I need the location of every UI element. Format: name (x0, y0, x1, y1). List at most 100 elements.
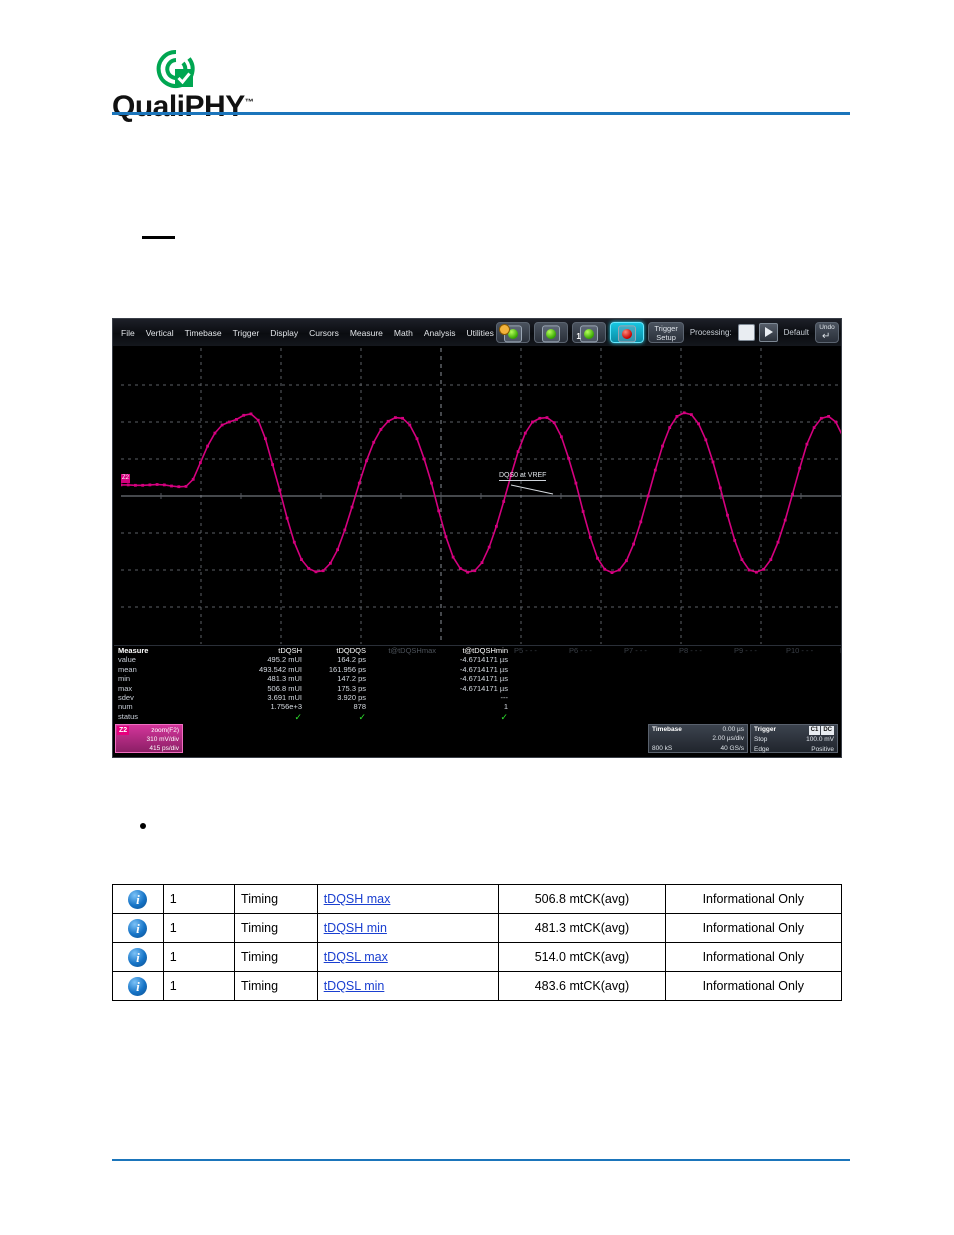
result-count: 1 (162, 884, 236, 914)
result-status-cell: i (112, 971, 164, 1001)
test-results-body: i 1 Timing tDQSH max 506.8 mtCK(avg) Inf… (112, 884, 843, 1001)
green-lamp-icon (546, 328, 557, 339)
normal-trigger-button[interactable] (534, 322, 569, 343)
processing-label: Processing: (689, 328, 732, 337)
result-test-link[interactable]: tDQSH max (316, 884, 500, 914)
menu-analysis[interactable]: Analysis (424, 328, 456, 338)
trigger-slope: Positive (811, 745, 834, 753)
timebase-title: Timebase (652, 726, 682, 733)
measure-min-p1: 481.3 mUI (267, 674, 302, 684)
menu-measure[interactable]: Measure (350, 328, 383, 338)
measure-row-sdev: sdev 3.691 mUI 3.920 ps --- (114, 693, 841, 702)
menu-timebase[interactable]: Timebase (185, 328, 222, 338)
green-lamp-icon (584, 328, 595, 339)
measure-max-p4: -4.6714171 µs (459, 683, 508, 693)
result-test-link[interactable]: tDQSH min (316, 913, 500, 943)
channel-vertical-scale: 310 mV/div (146, 736, 179, 743)
measure-col-header-p6[interactable]: P6 - - - (569, 646, 592, 655)
timebase-trigger-chips: Timebase 0.00 µs 2.00 µs/div 800 kS 40 G… (648, 724, 838, 753)
measure-col-header-p9[interactable]: P9 - - - (734, 646, 757, 655)
result-type: Timing (234, 942, 318, 972)
measure-mean-p1: 493.542 mUI (259, 664, 302, 674)
measure-col-header-p3[interactable]: t@tDQSHmax (364, 646, 436, 655)
measure-col-header-p2[interactable]: tDQDQS (304, 646, 366, 655)
measure-row-label: sdev (118, 693, 134, 702)
processing-play-icon[interactable] (758, 323, 778, 342)
result-status: Informational Only (664, 884, 843, 914)
result-status-cell: i (112, 913, 164, 943)
stop-trigger-button[interactable] (610, 322, 645, 343)
measure-min-p2: 147.2 ps (337, 674, 366, 684)
timebase-sample-rate: 40 GS/s (720, 744, 744, 752)
result-status: Informational Only (664, 942, 843, 972)
result-value: 506.8 mtCK(avg) (498, 884, 666, 914)
measure-col-header-p1[interactable]: tDQSH (232, 646, 302, 655)
status-check-icon-p4: ✓ (500, 711, 508, 722)
result-test-name[interactable]: tDQSH max (324, 892, 391, 906)
result-value: 514.0 mtCK(avg) (498, 942, 666, 972)
trigger-level: 100.0 mV (806, 736, 834, 744)
scope-menu-items: File Vertical Timebase Trigger Display C… (113, 328, 522, 338)
measure-row-max: max 506.8 mUI 175.3 ps -4.6714171 µs (114, 683, 841, 693)
channel-horizontal-scale: 415 ps/div (149, 745, 179, 752)
info-icon: i (128, 918, 148, 938)
result-test-name[interactable]: tDQSH min (324, 921, 387, 935)
undo-button[interactable]: Undo (815, 322, 839, 343)
timebase-chip[interactable]: Timebase 0.00 µs 2.00 µs/div 800 kS 40 G… (648, 724, 748, 753)
brand-wordmark: QualiPHY™ (112, 90, 254, 124)
trigger-chip[interactable]: Trigger C1 DC Stop 100.0 mV Edge Positive (750, 724, 838, 753)
measure-sdev-p2: 3.920 ps (337, 693, 366, 702)
single-shot-label: 1 (576, 332, 581, 341)
measure-col-header-p7[interactable]: P7 - - - (624, 646, 647, 655)
menu-file[interactable]: File (121, 328, 135, 338)
test-results-table: i 1 Timing tDQSH max 506.8 mtCK(avg) Inf… (112, 884, 843, 1001)
measure-col-header-p10[interactable]: P10 - - - (786, 646, 813, 655)
table-row: i 1 Timing tDQSL max 514.0 mtCK(avg) Inf… (112, 942, 843, 972)
measure-mean-p2: 161.956 ps (328, 664, 366, 674)
processing-stop-icon[interactable] (737, 324, 755, 341)
brand-logo: QualiPHY™ (112, 48, 272, 123)
oscilloscope-screenshot: File Vertical Timebase Trigger Display C… (112, 318, 842, 758)
result-test-name[interactable]: tDQSL min (324, 979, 385, 993)
menu-trigger[interactable]: Trigger (233, 328, 260, 338)
measure-col-header-p11[interactable]: P11 - - - (840, 646, 841, 655)
info-icon: i (128, 947, 148, 967)
waveform-graticule[interactable]: Z2 DQS0 at VREF (121, 348, 841, 644)
trigger-title: Trigger (754, 726, 777, 733)
menu-math[interactable]: Math (394, 328, 413, 338)
auto-trigger-button[interactable] (496, 322, 531, 343)
measure-col-header-p5[interactable]: P5 - - - (514, 646, 537, 655)
menu-vertical[interactable]: Vertical (146, 328, 174, 338)
channel-trace-marker[interactable]: Z2 (121, 474, 130, 483)
single-trigger-button[interactable]: 1 (572, 322, 607, 343)
menu-cursors[interactable]: Cursors (309, 328, 339, 338)
measure-value-p4: -4.6714171 µs (459, 655, 508, 665)
measure-value-p2: 164.2 ps (337, 655, 366, 665)
measure-num-p1: 1.756e+3 (270, 702, 303, 712)
result-test-name[interactable]: tDQSL max (324, 950, 388, 964)
trigger-state: Stop (754, 736, 768, 744)
table-row: i 1 Timing tDQSH max 506.8 mtCK(avg) Inf… (112, 884, 843, 914)
trigger-coupling-badge: DC (821, 726, 834, 736)
waveform-plot (121, 348, 841, 644)
result-test-link[interactable]: tDQSL max (316, 942, 500, 972)
measure-min-p4: -4.6714171 µs (459, 674, 508, 684)
trigger-setup-button[interactable]: Trigger Setup (648, 322, 684, 343)
result-test-link[interactable]: tDQSL min (316, 971, 500, 1001)
measure-col-header-p8[interactable]: P8 - - - (679, 646, 702, 655)
measure-num-p2: 878 (353, 702, 366, 712)
measure-col-header-p4[interactable]: t@tDQSHmin (436, 646, 508, 655)
info-icon: i (128, 889, 148, 909)
result-status-cell: i (112, 884, 164, 914)
timebase-scale: 2.00 µs/div (712, 735, 744, 743)
status-check-icon-p2: ✓ (358, 711, 366, 722)
default-button[interactable]: Default (782, 328, 811, 337)
measure-header-row: Measure tDQSH tDQDQS t@tDQSHmax t@tDQSHm… (114, 646, 841, 655)
menu-utilities[interactable]: Utilities (466, 328, 493, 338)
trigger-setup-line-1: Trigger (654, 323, 678, 333)
timebase-delay: 0.00 µs (722, 726, 744, 733)
channel-status-chip[interactable]: Z2 zoom(F2) 310 mV/div 415 ps/div (115, 724, 183, 753)
result-value: 483.6 mtCK(avg) (498, 971, 666, 1001)
menu-display[interactable]: Display (270, 328, 298, 338)
channel-badge: Z2 (117, 726, 130, 735)
